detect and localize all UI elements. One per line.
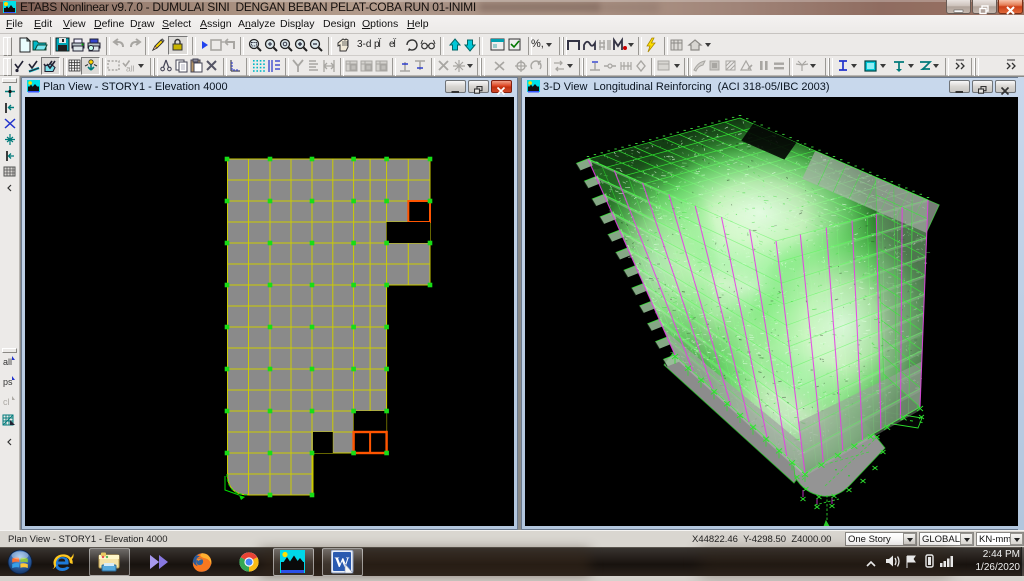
svg-text:cl: cl xyxy=(3,397,10,407)
svg-text:all: all xyxy=(126,64,135,74)
svg-text:ps: ps xyxy=(3,377,13,387)
svg-text:all: all xyxy=(3,357,12,367)
